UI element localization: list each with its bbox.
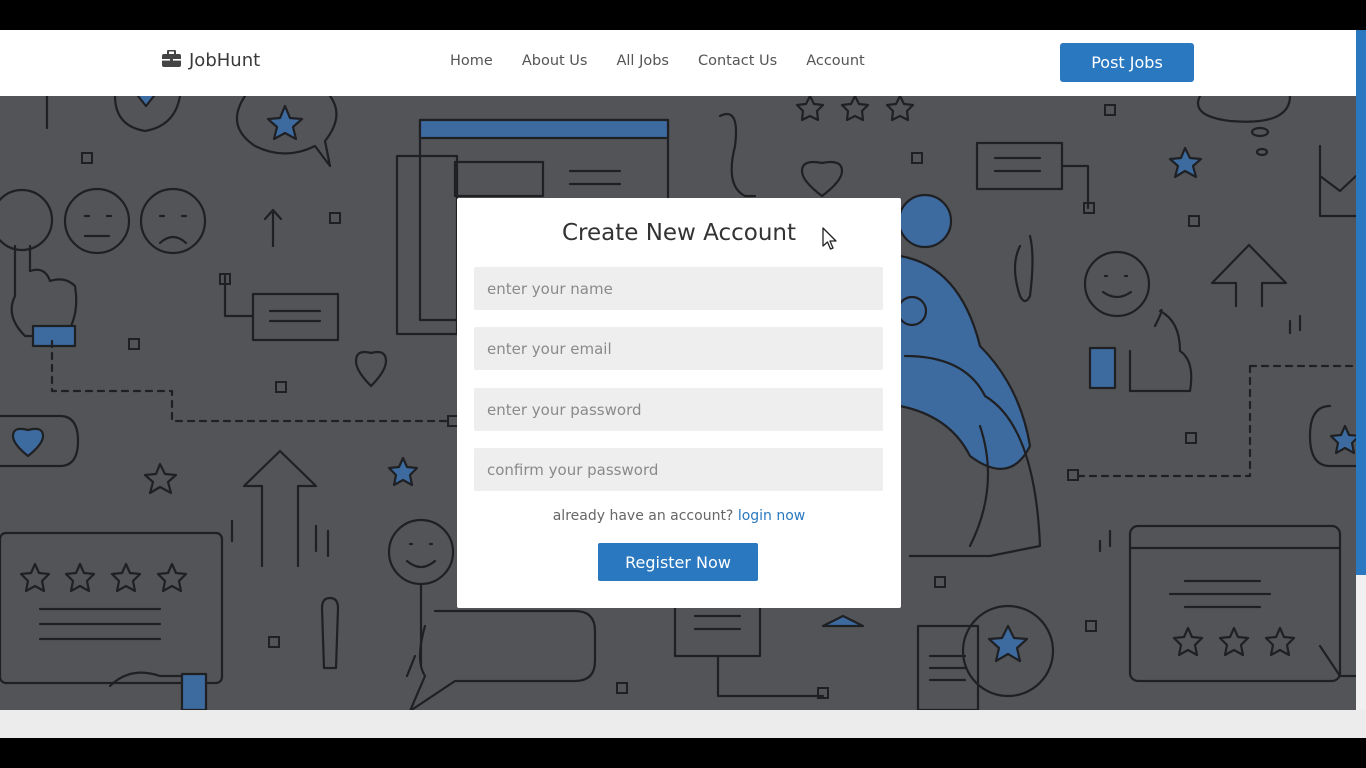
confirm-password-input[interactable] (474, 448, 883, 491)
register-modal: Create New Account already have an accou… (457, 198, 901, 608)
nav-about-us[interactable]: About Us (522, 53, 588, 69)
briefcase-icon (162, 49, 181, 71)
scrollbar-thumb[interactable] (1356, 30, 1366, 575)
page-footer-strip (0, 710, 1366, 738)
logo-text: JobHunt (189, 50, 261, 71)
main-nav: Home About Us All Jobs Contact Us Accoun… (450, 53, 865, 69)
name-input[interactable] (474, 267, 883, 310)
login-prompt-line: already have an account? login now (457, 508, 901, 524)
site-logo[interactable]: JobHunt (162, 49, 261, 71)
register-now-button[interactable]: Register Now (598, 543, 758, 581)
top-letterbox (0, 0, 1366, 30)
nav-account[interactable]: Account (806, 53, 865, 69)
login-now-link[interactable]: login now (738, 508, 805, 524)
mouse-pointer-icon (822, 227, 838, 255)
nav-home[interactable]: Home (450, 53, 493, 69)
login-prompt-text: already have an account? (552, 508, 734, 524)
email-input[interactable] (474, 327, 883, 370)
nav-all-jobs[interactable]: All Jobs (616, 53, 669, 69)
post-jobs-button[interactable]: Post Jobs (1060, 43, 1194, 82)
nav-contact-us[interactable]: Contact Us (698, 53, 777, 69)
password-input[interactable] (474, 388, 883, 431)
bottom-letterbox (0, 738, 1366, 768)
